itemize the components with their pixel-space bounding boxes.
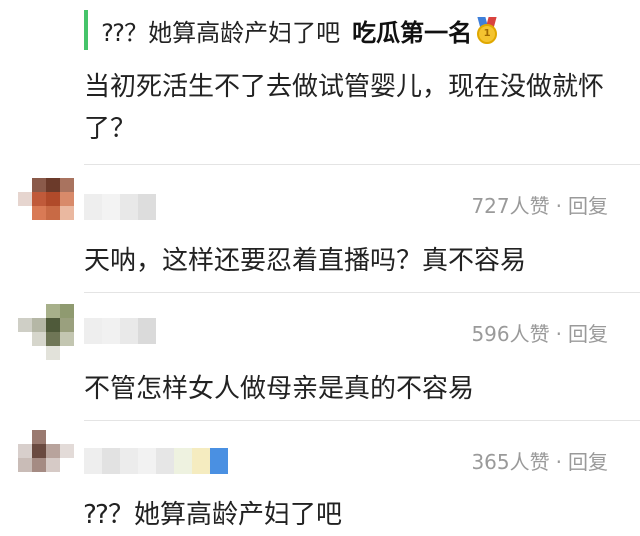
quoted-username[interactable]: 吃瓜第一名 <box>352 13 472 48</box>
main-comment-text: 当初死活生不了去做试管婴儿，现在没做就怀了？ <box>84 72 605 144</box>
comment-thread: ⁇？她算高龄产妇了吧 吃瓜第一名 1 当初死活生不了去做试管婴儿，现在没做就怀了… <box>0 0 640 536</box>
meta-separator: · <box>555 450 562 474</box>
avatar[interactable] <box>18 304 74 360</box>
avatar[interactable] <box>18 430 74 486</box>
comment-text: 天呐，这样还要忍着直播吗？真不容易 <box>84 246 527 276</box>
reply-button[interactable]: 回复 <box>568 194 608 218</box>
meta-separator: · <box>555 194 562 218</box>
avatar[interactable] <box>18 178 74 234</box>
username-blurred[interactable] <box>84 318 156 344</box>
like-count[interactable]: 596人赞 <box>471 322 549 346</box>
username-blurred[interactable] <box>84 194 156 220</box>
gold-medal-icon: 1 <box>476 17 498 44</box>
username-blurred[interactable] <box>84 448 228 474</box>
comment-item: 596人赞 · 回复 不管怎样女人做母亲是真的不容易 <box>0 292 640 420</box>
like-count[interactable]: 727人赞 <box>471 194 549 218</box>
comment-item: 727人赞 · 回复 天呐，这样还要忍着直播吗？真不容易 <box>0 164 640 292</box>
comment-meta: 727人赞 · 回复 <box>471 190 608 219</box>
comment-text: 不管怎样女人做母亲是真的不容易 <box>84 374 475 404</box>
meta-separator: · <box>555 322 562 346</box>
quoted-text: ⁇？她算高龄产妇了吧 <box>102 18 341 47</box>
comment-item: 365人赞 · 回复 ⁇？她算高龄产妇了吧 <box>0 420 640 536</box>
comment-meta: 596人赞 · 回复 <box>471 318 608 347</box>
comment-meta: 365人赞 · 回复 <box>471 446 608 475</box>
quoted-reply: ⁇？她算高龄产妇了吧 吃瓜第一名 1 <box>84 10 498 50</box>
reply-button[interactable]: 回复 <box>568 322 608 346</box>
comment-text: ⁇？她算高龄产妇了吧 <box>84 500 342 530</box>
like-count[interactable]: 365人赞 <box>471 450 549 474</box>
reply-button[interactable]: 回复 <box>568 450 608 474</box>
